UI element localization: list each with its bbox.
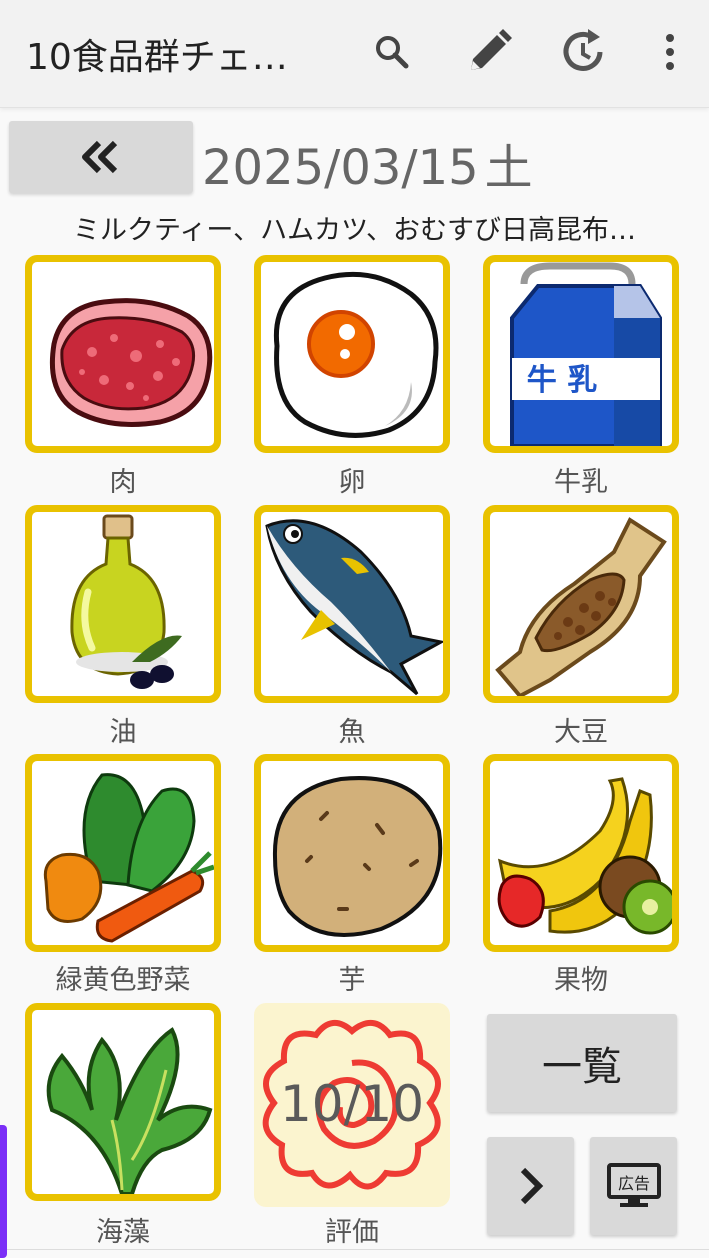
oil-icon [70,514,182,689]
food-label: 果物 [554,965,608,996]
food-tile-fish[interactable] [254,505,450,703]
date-display[interactable]: 2025/03/15 土 [202,128,533,198]
food-tile-meat[interactable] [25,255,221,453]
egg-icon [273,271,439,438]
food-label: 海藻 [96,1217,150,1248]
ad-text: 広告 [617,1174,649,1193]
food-label: 卵 [338,467,366,498]
search-icon[interactable] [364,24,420,80]
date-text: 2025/03/15 [202,140,479,196]
food-label: 肉 [109,467,137,498]
food-label: 油 [109,717,137,748]
ad-monitor-icon: 広告 [606,1163,661,1207]
ad-button[interactable]: 広告 [590,1137,677,1235]
food-tile-vegetables[interactable] [25,754,221,952]
next-day-button[interactable] [487,1137,574,1235]
milk-icon: 牛 乳 [510,262,662,446]
food-label: 魚 [338,717,366,748]
evaluation-score-panel[interactable]: 10/10 [254,1003,450,1207]
fish-icon [265,519,443,696]
food-label: 緑黄色野菜 [55,965,191,996]
milk-carton-text: 牛 乳 [527,363,597,398]
more-vert-icon[interactable] [642,24,698,80]
food-tile-soybean[interactable] [483,505,679,703]
food-label: 芋 [338,965,366,996]
food-tile-oil[interactable] [25,505,221,703]
edge-handle[interactable] [0,1125,7,1258]
app-title: 10食品群チェ… [26,37,288,78]
natto-icon [495,517,667,696]
weekday-text: 土 [484,140,533,196]
history-icon[interactable] [555,24,611,80]
food-label: 牛乳 [554,467,608,498]
menu-summary[interactable]: ミルクティー、ハムカツ、おむすび日高昆布… [0,208,709,247]
evaluation-label: 評価 [325,1217,379,1248]
meat-icon [49,298,213,427]
vegetables-icon [43,773,214,943]
food-label: 大豆 [554,717,608,748]
food-tile-seaweed[interactable] [25,1003,221,1201]
food-tile-egg[interactable] [254,255,450,453]
food-tile-fruit[interactable] [483,754,679,952]
previous-day-button[interactable] [9,121,193,193]
fruit-icon [497,777,672,935]
potato-icon [272,776,443,937]
app-bar: 10食品群チェ… [0,0,709,108]
double-chevron-left-icon [82,140,118,174]
bottom-divider [0,1249,709,1250]
food-tile-potato[interactable] [254,754,450,952]
edit-icon[interactable] [461,24,517,80]
score-value: 10/10 [279,1075,425,1133]
seaweed-icon [46,1027,213,1194]
chevron-right-icon [520,1167,543,1205]
food-tile-milk[interactable]: 牛 乳 [483,255,679,453]
list-button[interactable]: 一覧 [487,1014,677,1112]
